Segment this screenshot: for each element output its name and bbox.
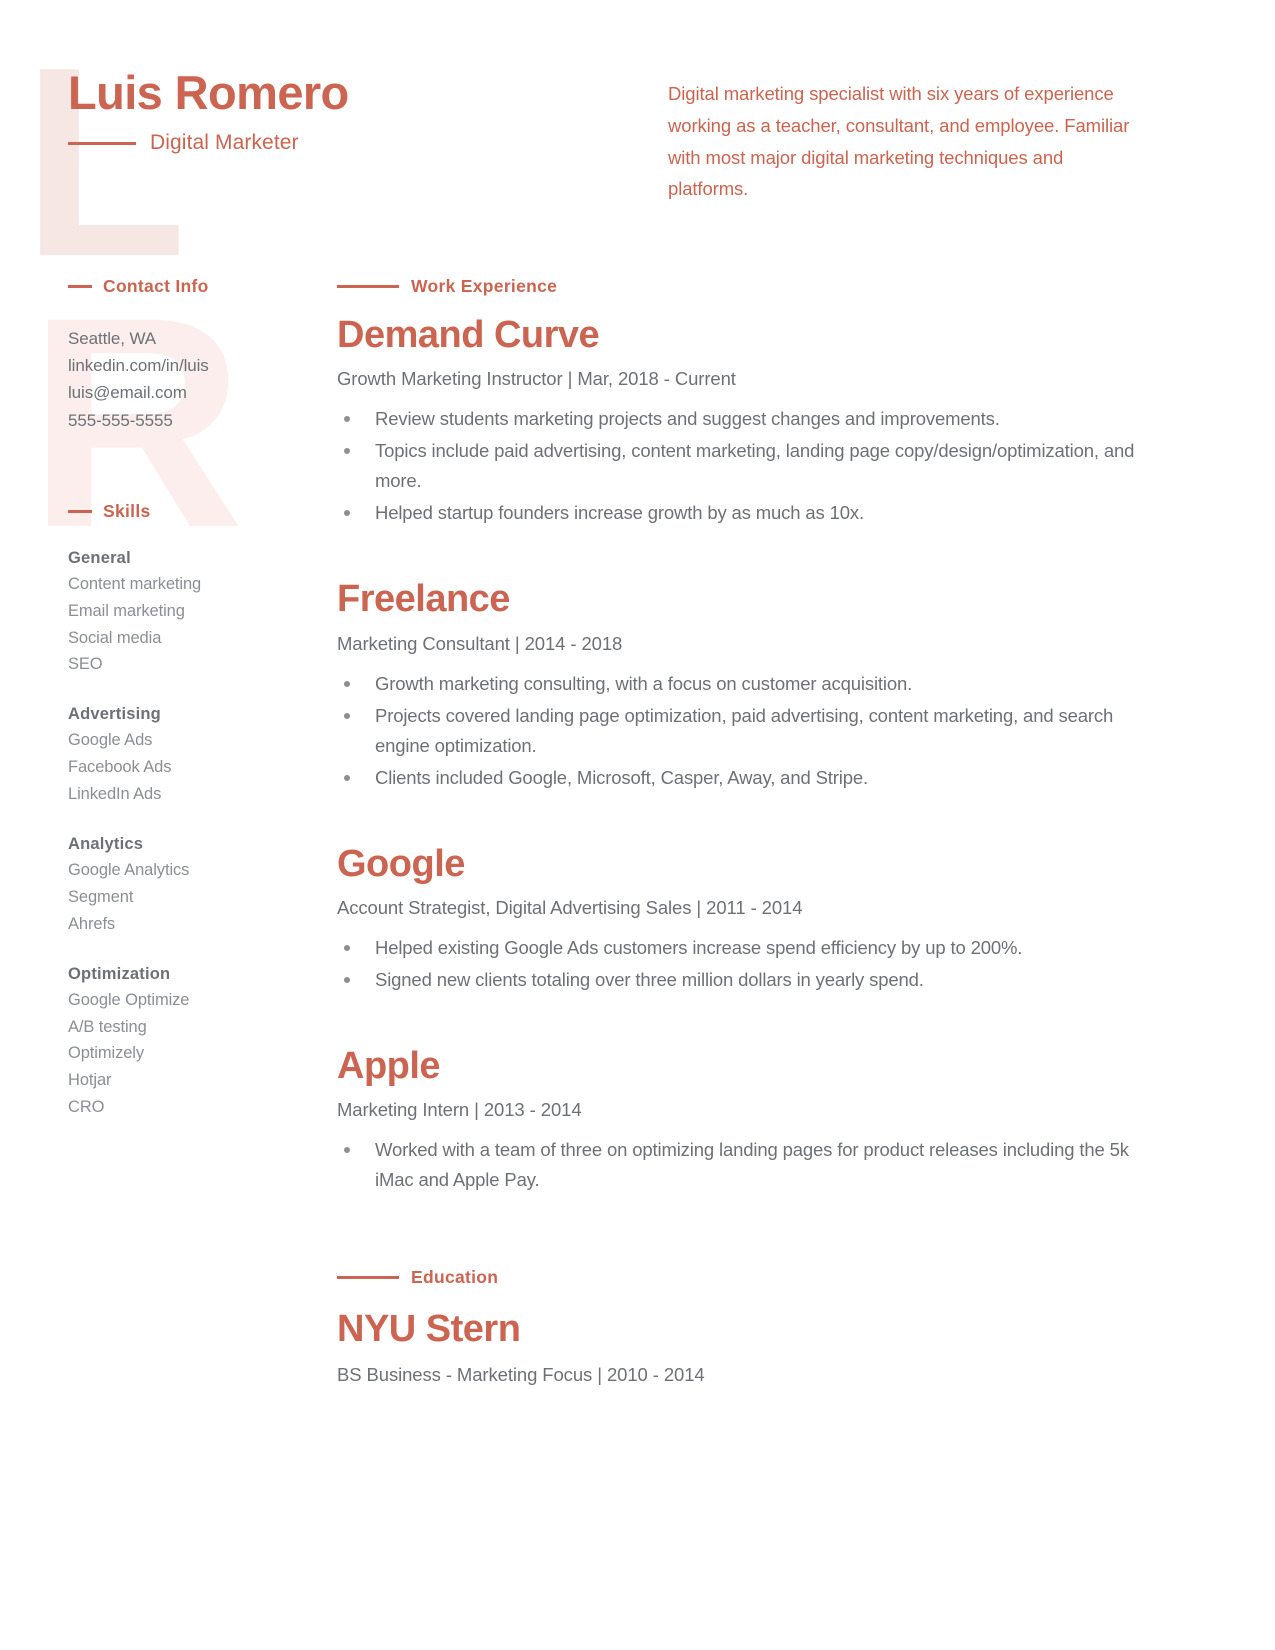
job-role-dates: Account Strategist, Digital Advertising … — [337, 896, 803, 918]
list-item[interactable]: luis@email.com — [68, 379, 308, 406]
list-item: Google Ads — [68, 731, 153, 750]
list-item: Email marketing — [68, 601, 185, 620]
skill-group-title: General — [68, 548, 131, 567]
skill-list: Google Analytics Segment Ahrefs — [68, 857, 308, 938]
education-heading-label: Education — [411, 1267, 499, 1288]
job-bullet-list: Growth marketing consulting, with a focu… — [337, 669, 1137, 793]
list-item: Hotjar — [68, 1071, 112, 1090]
job-company-name: Google — [337, 842, 465, 885]
resume-page: L R Luis Romero Digital Marketer Digital… — [0, 0, 1275, 1650]
list-item: Projects covered landing page optimizati… — [337, 701, 1137, 761]
list-item: Ahrefs — [68, 914, 116, 933]
skill-group-general: General Content marketing Email marketin… — [68, 549, 308, 679]
list-item: Optimizely — [68, 1044, 145, 1063]
list-item: Google Analytics — [68, 860, 190, 879]
skill-list: Content marketing Email marketing Social… — [68, 571, 308, 679]
list-item: CRO — [68, 1098, 105, 1117]
education-heading: Education — [337, 1267, 1137, 1288]
list-item: Signed new clients totaling over three m… — [337, 965, 1137, 995]
candidate-title-row: Digital Marketer — [68, 131, 299, 155]
list-item: Segment — [68, 887, 134, 906]
section-rule-decoration — [337, 285, 399, 288]
list-item: Clients included Google, Microsoft, Casp… — [337, 763, 1137, 793]
skills-heading: Skills — [68, 501, 308, 522]
contact-info-heading-label: Contact Info — [103, 276, 209, 296]
job-bullet-list: Helped existing Google Ads customers inc… — [337, 933, 1137, 995]
work-experience-heading-label: Work Experience — [411, 276, 558, 296]
education-school-name: NYU Stern — [337, 1308, 521, 1351]
professional-summary: Digital marketing specialist with six ye… — [668, 83, 1130, 200]
list-item: Content marketing — [68, 574, 202, 593]
skill-group-advertising: Advertising Google Ads Facebook Ads Link… — [68, 705, 308, 808]
job-bullet-list: Worked with a team of three on optimizin… — [337, 1135, 1137, 1195]
list-item: Growth marketing consulting, with a focu… — [337, 669, 1137, 699]
list-item: Seattle, WA — [68, 329, 157, 348]
job-entry-freelance: Freelance Marketing Consultant | 2014 - … — [337, 575, 1137, 792]
sidebar: Contact Info Seattle, WA linkedin.com/in… — [68, 276, 308, 1121]
list-item: Google Optimize — [68, 990, 190, 1009]
job-bullet-list: Review students marketing projects and s… — [337, 404, 1137, 528]
list-item: A/B testing — [68, 1017, 147, 1036]
list-item: Topics include paid advertising, content… — [337, 436, 1137, 496]
section-rule-decoration — [68, 509, 92, 513]
job-company-name: Apple — [337, 1044, 441, 1087]
skill-group-optimization: Optimization Google Optimize A/B testing… — [68, 965, 308, 1121]
skill-group-analytics: Analytics Google Analytics Segment Ahref… — [68, 835, 308, 938]
contact-info-heading: Contact Info — [68, 276, 308, 297]
skill-group-title: Optimization — [68, 964, 171, 983]
skill-list: Google Optimize A/B testing Optimizely H… — [68, 987, 308, 1121]
title-rule-decoration — [68, 141, 136, 145]
skill-group-title: Analytics — [68, 834, 144, 853]
list-item: Worked with a team of three on optimizin… — [337, 1135, 1137, 1195]
list-item: Social media — [68, 628, 162, 647]
job-entry-google: Google Account Strategist, Digital Adver… — [337, 840, 1137, 995]
candidate-name: Luis Romero — [68, 66, 349, 119]
candidate-job-title: Digital Marketer — [150, 131, 299, 154]
list-item: Helped startup founders increase growth … — [337, 498, 1137, 528]
job-role-dates: Marketing Consultant | 2014 - 2018 — [337, 632, 623, 654]
job-role-dates: Marketing Intern | 2013 - 2014 — [337, 1099, 582, 1121]
job-company-name: Freelance — [337, 578, 510, 621]
skills-heading-label: Skills — [103, 500, 151, 521]
section-rule-decoration — [68, 285, 92, 288]
list-item: Facebook Ads — [68, 758, 172, 777]
skills-section: Skills General Content marketing Email m… — [68, 501, 308, 1121]
list-item: 555-555-5555 — [68, 410, 173, 430]
job-entry-apple: Apple Marketing Intern | 2013 - 2014 Wor… — [337, 1042, 1137, 1195]
list-item: Review students marketing projects and s… — [337, 404, 1137, 434]
list-item: LinkedIn Ads — [68, 785, 162, 804]
job-role-dates: Growth Marketing Instructor | Mar, 2018 … — [337, 368, 736, 390]
education-section: Education NYU Stern BS Business - Market… — [337, 1267, 1137, 1385]
section-rule-decoration — [337, 1276, 399, 1280]
list-item: Helped existing Google Ads customers inc… — [337, 933, 1137, 963]
job-entry-demand-curve: Demand Curve Growth Marketing Instructor… — [337, 311, 1137, 528]
list-item: SEO — [68, 655, 103, 674]
list-item[interactable]: linkedin.com/in/luis — [68, 352, 308, 379]
contact-info-list: Seattle, WA linkedin.com/in/luis luis@em… — [68, 325, 308, 434]
main-column: Work Experience Demand Curve Growth Mark… — [337, 276, 1137, 1386]
work-experience-heading: Work Experience — [337, 276, 1137, 297]
job-company-name: Demand Curve — [337, 314, 600, 356]
education-degree-dates: BS Business - Marketing Focus | 2010 - 2… — [337, 1363, 705, 1385]
skill-list: Google Ads Facebook Ads LinkedIn Ads — [68, 727, 308, 808]
skill-group-title: Advertising — [68, 705, 161, 724]
